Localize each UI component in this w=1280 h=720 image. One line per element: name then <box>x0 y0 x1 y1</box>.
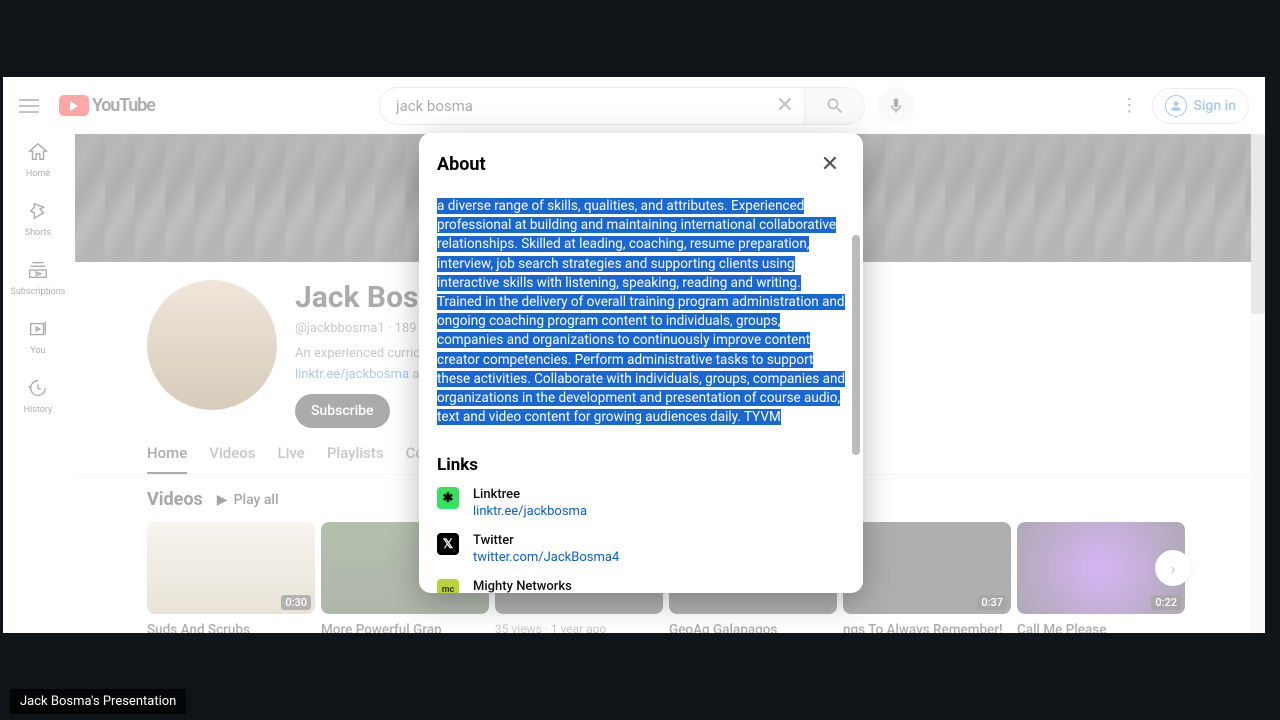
link-url[interactable]: linktr.ee/jackbosma <box>473 504 587 519</box>
links-heading: Links <box>437 455 845 475</box>
link-name: Twitter <box>473 533 619 548</box>
modal-scrollbar[interactable] <box>852 235 860 455</box>
link-row[interactable]: ✱ Linktree linktr.ee/jackbosma <box>437 487 845 519</box>
link-url[interactable]: twitter.com/JackBosma4 <box>473 550 619 565</box>
link-icon: 𝕏 <box>437 533 459 555</box>
link-row[interactable]: mcMighty Networkscommunity.mightynetwork… <box>437 579 845 593</box>
close-modal-button[interactable]: ✕ <box>815 149 845 179</box>
link-name: Linktree <box>473 487 587 502</box>
modal-title: About <box>437 154 486 175</box>
about-modal: About ✕ a diverse range of skills, quali… <box>419 133 863 593</box>
link-icon: mc <box>437 579 459 593</box>
link-row[interactable]: 𝕏 Twitter twitter.com/JackBosma4 <box>437 533 845 565</box>
presentation-caption: Jack Bosma's Presentation <box>10 689 186 714</box>
about-description-selected[interactable]: a diverse range of skills, qualities, an… <box>437 198 845 425</box>
link-icon: ✱ <box>437 487 459 509</box>
link-name: Mighty Networks <box>473 579 845 593</box>
